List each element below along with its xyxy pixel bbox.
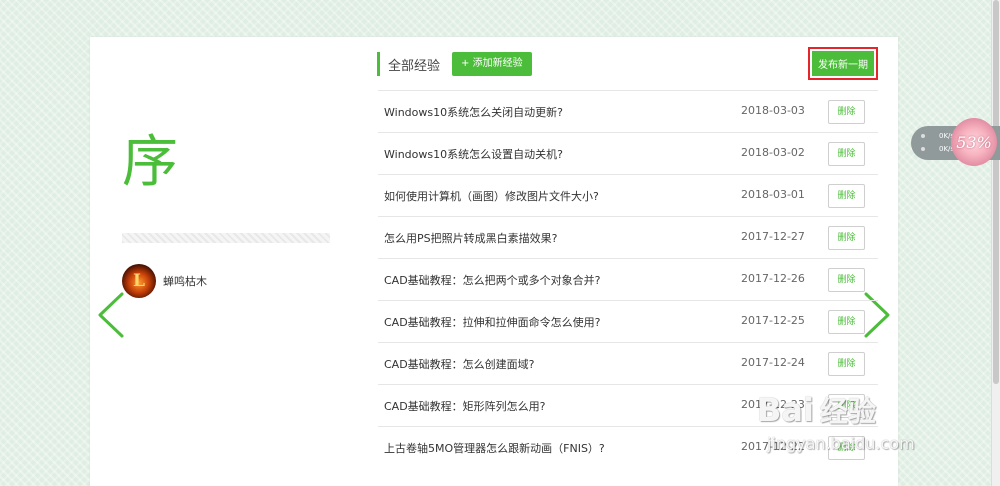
item-title[interactable]: CAD基础教程：怎么把两个或多个对象合并? [384,272,601,288]
avatar[interactable]: L [122,264,156,298]
delete-button[interactable]: 删除 [828,184,865,208]
list-item: 如何使用计算机（画图）修改图片文件大小? 2018-03-01 删除 [378,174,878,216]
delete-button[interactable]: 删除 [828,352,865,376]
list-item: CAD基础教程：拉伸和拉伸面命令怎么使用? 2017-12-25 删除 [378,300,878,342]
download-speed: 0K/s [921,145,954,153]
list-item: Windows10系统怎么关闭自动更新? 2018-03-03 删除 [378,90,878,132]
item-title[interactable]: 上古卷轴5MO管理器怎么跟新动画（FNIS）? [384,440,605,456]
avatar-letter: L [133,271,145,291]
page-scrollbar[interactable] [991,0,1000,486]
watermark-logo: Bai 经验 [757,390,876,430]
item-date: 2018-03-03 [741,104,805,117]
upload-dot-icon [921,134,925,138]
delete-button[interactable]: 删除 [828,310,865,334]
list-item: 怎么用PS把照片转成黑白素描效果? 2017-12-27 删除 [378,216,878,258]
previous-arrow-icon[interactable] [96,290,126,340]
delete-button[interactable]: 删除 [828,268,865,292]
item-date: 2018-03-02 [741,146,805,159]
progress-placeholder [122,233,330,243]
item-title[interactable]: CAD基础教程：怎么创建面域? [384,356,535,372]
item-title[interactable]: Windows10系统怎么关闭自动更新? [384,104,563,120]
item-date: 2017-12-24 [741,356,805,369]
download-dot-icon [921,147,925,151]
header-accent-bar [377,52,380,76]
item-date: 2017-12-27 [741,230,805,243]
item-title[interactable]: 如何使用计算机（画图）修改图片文件大小? [384,188,599,204]
publish-highlight-box: 发布新一期 [808,47,878,80]
list-title: 全部经验 [388,58,441,74]
memory-percent: 53% [956,132,992,152]
list-item: Windows10系统怎么设置自动关机? 2018-03-02 删除 [378,132,878,174]
upload-speed: 0K/s [921,132,954,140]
item-title[interactable]: CAD基础教程：拉伸和拉伸面命令怎么使用? [384,314,601,330]
list-item: CAD基础教程：怎么把两个或多个对象合并? 2017-12-26 删除 [378,258,878,300]
item-title[interactable]: Windows10系统怎么设置自动关机? [384,146,563,162]
watermark-brand-cn: 经验 [819,395,876,428]
item-title[interactable]: CAD基础教程：矩形阵列怎么用? [384,398,546,414]
period-title: 序 [122,130,178,195]
author-name[interactable]: 蝉鸣枯木 [163,273,207,289]
left-pane: 序 L 蝉鸣枯木 [90,37,360,486]
list-item: CAD基础教程：怎么创建面域? 2017-12-24 删除 [378,342,878,384]
delete-button[interactable]: 删除 [828,142,865,166]
memory-ball-icon[interactable]: 53% [951,118,997,166]
item-title[interactable]: 怎么用PS把照片转成黑白素描效果? [384,230,557,246]
author-info[interactable]: L 蝉鸣枯木 [122,264,207,298]
item-date: 2017-12-26 [741,272,805,285]
publish-new-issue-button[interactable]: 发布新一期 [812,51,874,76]
item-date: 2018-03-01 [741,188,805,201]
baidu-jingyan-watermark: Bai 经验 jingyan.baidu.com [757,390,957,470]
item-date: 2017-12-25 [741,314,805,327]
watermark-url: jingyan.baidu.com [767,434,915,453]
add-experience-button[interactable]: + 添加新经验 [452,52,532,76]
watermark-brand: Bai [757,391,814,429]
delete-button[interactable]: 删除 [828,100,865,124]
list-header: 全部经验 + 添加新经验 [377,51,532,77]
delete-button[interactable]: 删除 [828,226,865,250]
scrollbar-thumb[interactable] [993,0,999,384]
